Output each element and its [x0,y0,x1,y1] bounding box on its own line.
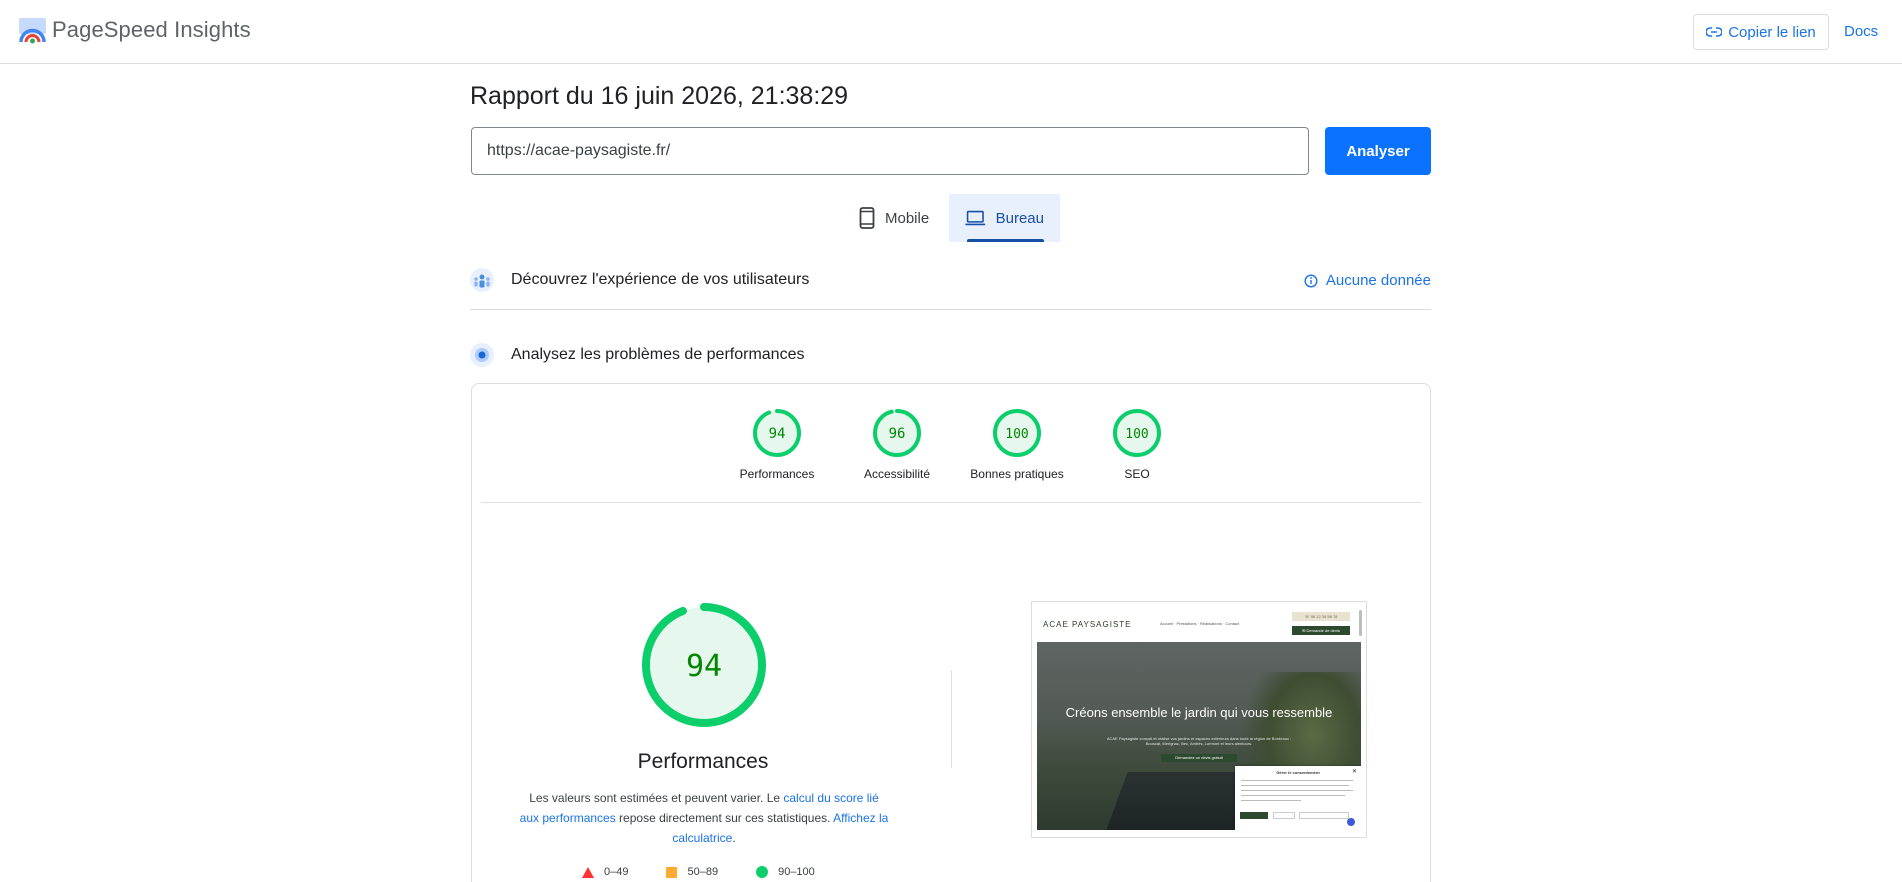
performance-description: Les valeurs sont estimées et peuvent var… [518,788,890,848]
brand-title[interactable]: PageSpeed Insights [52,17,251,43]
vertical-separator [951,670,952,768]
legend-item-poor: 0–49 [582,866,628,878]
square-icon [666,866,678,878]
gauge-ring: 94 [753,409,801,457]
docs-link[interactable]: Docs [1844,23,1878,40]
thumb-headline: Créons ensemble le jardin qui vous resse… [1065,705,1333,720]
desc-text: repose directement sur ces statistiques. [615,811,834,825]
copy-link-label: Copier le lien [1728,23,1816,41]
lab-data-section: Analysez les problèmes de performances [470,335,1431,375]
thumb-cookie-preferences [1299,812,1349,819]
info-icon [1304,273,1318,288]
legend-item-average: 50–89 [666,866,718,878]
gauge-label: SEO [1124,467,1150,481]
desc-text: Les valeurs sont estimées et peuvent var… [529,791,784,805]
gauge-label: Accessibilité [863,467,931,481]
diagnose-icon [470,343,494,367]
thumb-cookie-text-line [1241,780,1353,781]
tab-mobile-label: Mobile [885,209,930,227]
scores-card: 94 Performances 96 Accessibilité 100 Bonnes p… [471,383,1431,882]
thumb-cookie-refuse [1273,812,1295,819]
performance-title: Performances [637,750,769,773]
desc-text: . [732,831,736,845]
lab-data-title: Analysez les problèmes de performances [511,346,805,363]
thumb-subtext: ACAE Paysagiste conçoit et réalise vos j… [1106,736,1292,746]
analyze-button[interactable]: Analyser [1325,127,1431,175]
circle-icon [756,866,769,878]
link-icon [1706,27,1723,37]
thumb-cookie-title: Gérer le consentement [1276,770,1320,775]
gauge-score: 100 [1005,427,1028,442]
no-data-status[interactable]: Aucune donnée [1304,272,1431,289]
copy-link-button[interactable]: Copier le lien [1693,14,1829,50]
thumb-cookie-text-line [1241,800,1301,801]
category-gauge[interactable]: 94 Performances [712,408,842,481]
gauge-ring: 100 [993,409,1041,457]
thumb-scrollbar [1359,610,1362,636]
gauge-label: Bonnes pratiques [970,467,1064,481]
thumb-cookie-text-line [1241,785,1349,786]
field-data-section: Découvrez l'expérience de vos utilisateu… [470,260,1431,300]
gauge-ring: 100 [1113,409,1161,457]
performance-score: 94 [686,649,722,684]
category-gauge[interactable]: 100 Bonnes pratiques [952,408,1082,481]
thumb-hero: Créons ensemble le jardin qui vous resse… [1037,642,1361,830]
thumb-cookie-accept [1240,812,1268,819]
tab-desktop[interactable]: Bureau [949,194,1060,242]
thumb-cookie-badge [1347,818,1355,826]
card-divider [481,502,1421,503]
report-title: Rapport du 16 juin 2026, 21:38:29 [470,82,849,110]
gauge-ring: 96 [873,409,921,457]
tab-selected-indicator [967,239,1044,242]
thumb-phone: ☏ 06 12 34 56 78 [1292,612,1350,621]
pagespeed-logo-icon[interactable] [19,18,46,44]
thumb-cookie-close-icon: ✕ [1351,769,1357,775]
top-bar: PageSpeed Insights Copier le lien Docs [0,0,1902,64]
gauge-label: Performances [739,467,815,481]
thumb-cookie-banner: Gérer le consentement ✕ [1235,766,1361,830]
thumb-logo: ACAE PAYSAGISTE [1043,620,1132,629]
legend-label: 0–49 [604,866,629,878]
score-legend: 0–49 50–89 90–100 [582,866,815,878]
gauge-score: 96 [889,426,906,442]
legend-item-good: 90–100 [756,866,815,878]
field-data-title: Découvrez l'expérience de vos utilisateu… [511,271,810,288]
smartphone-icon [859,207,875,229]
legend-label: 50–89 [687,866,719,878]
gauge-score: 100 [1125,427,1148,442]
legend-label: 90–100 [778,866,815,878]
no-data-label: Aucune donnée [1325,272,1431,289]
url-input[interactable] [471,127,1309,175]
gauge-score: 94 [769,426,786,442]
tab-mobile[interactable]: Mobile [843,194,949,242]
thumb-menu: Accueil · Prestations · Réalisations · C… [1160,621,1240,626]
final-screenshot[interactable]: ACAE PAYSAGISTE Accueil · Prestations · … [1031,601,1367,838]
performance-gauge: 94 [642,603,766,727]
triangle-icon [582,866,594,878]
category-gauge[interactable]: 100 SEO [1072,408,1202,481]
users-experience-icon [470,268,494,292]
laptop-icon [965,210,986,226]
thumb-navbar: ACAE PAYSAGISTE Accueil · Prestations · … [1032,602,1366,642]
category-gauge[interactable]: 96 Accessibilité [832,408,962,481]
thumb-cookie-text-line [1241,790,1353,791]
tab-desktop-label: Bureau [995,209,1044,227]
section-divider [470,309,1431,310]
thumb-cta: ✉ Demande de devis [1292,626,1350,635]
thumb-cookie-text-line [1241,795,1345,796]
thumb-hero-button: Demandez un devis gratuit [1161,754,1237,762]
